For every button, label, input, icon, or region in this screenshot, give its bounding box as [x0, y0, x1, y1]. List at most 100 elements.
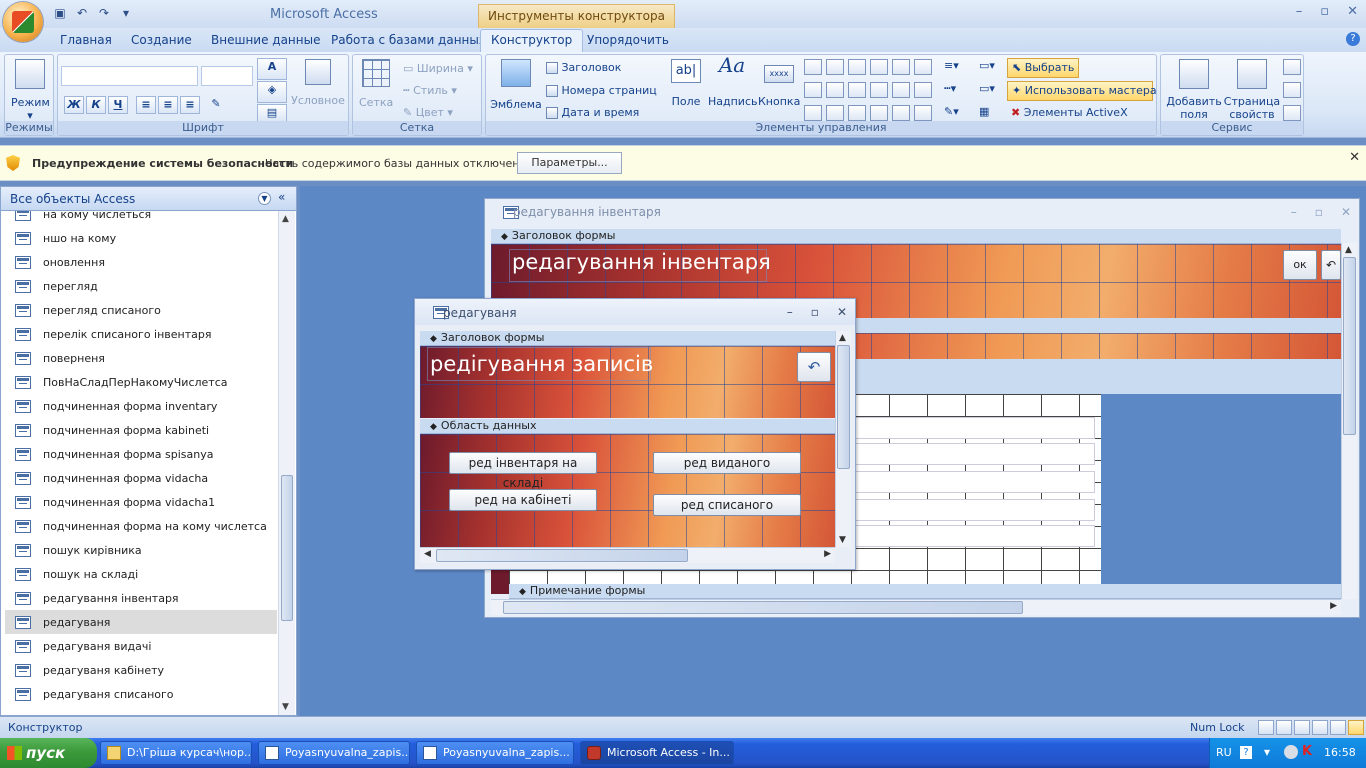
undo-icon[interactable]: ↶: [74, 5, 90, 21]
use-wizards-button[interactable]: ✦ Использовать мастера: [1007, 81, 1157, 101]
label-button[interactable]: Aa Надпись: [708, 55, 758, 108]
font-size-combo[interactable]: [201, 66, 253, 86]
rectangle-icon[interactable]: [826, 82, 844, 98]
option-button-icon[interactable]: [848, 105, 866, 121]
textbox-button[interactable]: ab| Поле: [668, 59, 704, 108]
nav-item[interactable]: пошук на складі: [5, 562, 277, 586]
language-indicator[interactable]: RU: [1216, 746, 1232, 759]
nav-item[interactable]: подчиненная форма vidacha1: [5, 490, 277, 514]
tab-design[interactable]: Конструктор: [480, 29, 584, 52]
scroll-thumb[interactable]: [1343, 257, 1356, 435]
activex-button[interactable]: ✖ Элементы ActiveX: [1011, 106, 1128, 119]
nav-item[interactable]: редагуваня видачі: [5, 634, 277, 658]
taskbar-item-word-1[interactable]: Poyasnyuvalna_zapis...: [258, 741, 410, 765]
scroll-up-icon[interactable]: ▲: [1345, 245, 1352, 255]
minimize-icon[interactable]: –: [1296, 4, 1303, 19]
align-right-icon[interactable]: ≡: [180, 96, 200, 114]
datasheet-view-icon[interactable]: [1276, 720, 1292, 735]
scroll-right-icon[interactable]: ▶: [824, 549, 831, 559]
nav-item[interactable]: оновлення: [5, 250, 277, 274]
scroll-thumb[interactable]: [503, 601, 1023, 614]
help-icon[interactable]: ?: [1240, 746, 1252, 759]
nav-item[interactable]: редагуваня списаного: [5, 682, 277, 706]
properties-grid-icon[interactable]: ▦: [979, 105, 999, 121]
tab-create[interactable]: Создание: [131, 33, 192, 47]
nav-item[interactable]: ншо на кому: [5, 226, 277, 250]
grid-width-button[interactable]: ▭ Ширина ▾: [403, 62, 473, 75]
scroll-thumb[interactable]: [436, 549, 688, 562]
edit-inventory-stock-button[interactable]: ред інвентаря на складі: [449, 452, 597, 490]
tab-order-icon[interactable]: [1283, 59, 1301, 75]
close-icon[interactable]: ✕: [1347, 4, 1358, 19]
tab-home[interactable]: Главная: [60, 33, 112, 47]
hyperlink-icon[interactable]: [914, 82, 932, 98]
undo-form-button[interactable]: ↶: [1321, 250, 1341, 280]
font-name-combo[interactable]: [61, 66, 198, 86]
close-icon[interactable]: ✕: [837, 305, 847, 319]
layout-view-icon[interactable]: [1330, 720, 1346, 735]
bold-button[interactable]: Ж: [64, 96, 84, 114]
network-icon[interactable]: ▾: [1264, 745, 1270, 759]
nav-item[interactable]: подчиненная форма vidacha: [5, 466, 277, 490]
tab-control-icon[interactable]: [804, 59, 822, 75]
form-title-label[interactable]: редагування інвентаря: [509, 249, 771, 282]
subform-icon[interactable]: [892, 82, 910, 98]
taskbar-item-access[interactable]: Microsoft Access - In...: [580, 741, 734, 765]
page-break-icon[interactable]: [848, 59, 866, 75]
align-center-icon[interactable]: ≡: [158, 96, 178, 114]
taskbar-item-folder[interactable]: D:\Гріша курсач\нор...: [100, 741, 252, 765]
close-icon[interactable]: ✕: [1341, 205, 1351, 219]
form-footer-band[interactable]: ◆ Примечание формы: [509, 584, 1341, 599]
select-button[interactable]: ⬉ Выбрать: [1007, 58, 1079, 78]
undo-form-button[interactable]: ↶: [797, 352, 831, 382]
back-icon[interactable]: [1284, 745, 1298, 759]
view-code-icon[interactable]: [1283, 82, 1301, 98]
scroll-left-icon[interactable]: ◀: [424, 549, 431, 559]
view-button[interactable]: Режим ▾: [11, 59, 50, 122]
customize-qat-icon[interactable]: ▾: [118, 5, 134, 21]
form-header-band[interactable]: ◆ Заголовок формы: [491, 229, 1341, 244]
nav-item[interactable]: пошук кирівника: [5, 538, 277, 562]
form-title-label[interactable]: редігування записів: [427, 347, 653, 381]
tab-arrange[interactable]: Упорядочить: [587, 33, 669, 47]
line-icon[interactable]: [826, 59, 844, 75]
maximize-icon[interactable]: ▫: [1320, 4, 1329, 19]
line-color-pen-icon[interactable]: ✎▾: [944, 105, 970, 121]
pivot-chart-icon[interactable]: [1312, 720, 1328, 735]
chevron-down-icon[interactable]: ▼: [258, 192, 271, 205]
scroll-right-icon[interactable]: ▶: [1330, 601, 1337, 611]
detail-band[interactable]: ◆ Область данных: [420, 419, 835, 434]
align-left-icon[interactable]: ≡: [136, 96, 156, 114]
nav-item[interactable]: редагування інвентаря: [5, 586, 277, 610]
edit-issued-button[interactable]: ред виданого: [653, 452, 801, 474]
list-icon[interactable]: [914, 59, 932, 75]
italic-button[interactable]: К: [86, 96, 106, 114]
scroll-up-icon[interactable]: ▲: [282, 214, 289, 224]
nav-item[interactable]: редагуваня: [5, 610, 277, 634]
vertical-scrollbar[interactable]: ▲: [1341, 243, 1357, 599]
scroll-down-icon[interactable]: ▼: [839, 535, 846, 545]
title-button[interactable]: Заголовок: [546, 61, 621, 74]
nav-item[interactable]: подчиненная форма на кому числетса: [5, 514, 277, 538]
edit-cabinet-button[interactable]: ред на кабінеті: [449, 489, 597, 511]
subform-window-icon[interactable]: [1283, 105, 1301, 121]
gridlines-button[interactable]: Сетка: [359, 59, 393, 109]
font-color-icon[interactable]: A: [257, 58, 287, 80]
option-group-icon[interactable]: [804, 105, 822, 121]
nav-item[interactable]: поверненя: [5, 346, 277, 370]
minimize-icon[interactable]: –: [787, 305, 793, 319]
nav-item[interactable]: редагуваня кабінету: [5, 658, 277, 682]
attachment-icon[interactable]: [914, 105, 932, 121]
grid-style-button[interactable]: ┅ Стиль ▾: [403, 84, 457, 97]
conditional-format-button[interactable]: Условное: [291, 59, 345, 107]
page-numbers-button[interactable]: Номера страниц: [546, 84, 657, 97]
tab-external-data[interactable]: Внешние данные: [211, 33, 320, 47]
checkbox-icon[interactable]: [848, 82, 866, 98]
taskbar-item-word-2[interactable]: Poyasnyuvalna_zapis...: [416, 741, 574, 765]
special-effect-icon[interactable]: ▭▾: [979, 59, 999, 75]
logo-button[interactable]: Эмблема: [490, 59, 542, 111]
scroll-thumb[interactable]: [281, 475, 293, 621]
start-button[interactable]: пуск: [0, 738, 97, 768]
border-icon[interactable]: ▭▾: [979, 82, 999, 98]
toggle-icon[interactable]: [826, 105, 844, 121]
